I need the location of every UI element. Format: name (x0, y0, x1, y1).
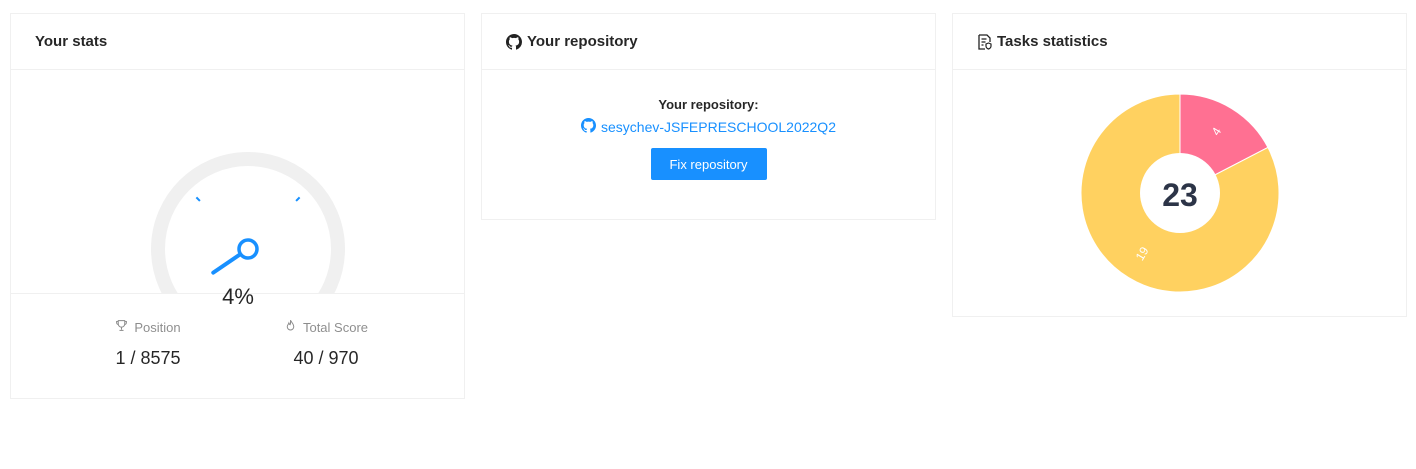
stats-card: Your stats 4% Position 1 / 8575 Total Sc… (10, 13, 465, 399)
github-icon (506, 33, 522, 50)
repository-caption: Your repository: (658, 97, 759, 112)
tasks-card-title: Tasks statistics (997, 33, 1108, 50)
total-score-stat: Total Score 40 / 970 (266, 319, 386, 369)
total-score-label: Total Score (302, 319, 369, 335)
position-stat: Position 1 / 8575 (93, 319, 203, 369)
repository-name: sesychev-JSFEPRESCHOOL2022Q2 (601, 119, 836, 135)
gauge-tick (295, 196, 301, 202)
progress-gauge: 4% (11, 70, 464, 309)
total-score-value: 40 / 970 (293, 348, 359, 368)
gauge-graphic (151, 152, 345, 293)
file-protect-icon (977, 33, 992, 50)
github-icon (581, 118, 596, 136)
donut-total-label: 23 (1162, 177, 1198, 213)
stats-card-title: Your stats (11, 14, 464, 70)
repository-card: Your repository Your repository: sesyche… (481, 13, 936, 220)
repository-card-header: Your repository (482, 14, 935, 70)
repository-card-title: Your repository (527, 33, 638, 50)
trophy-icon (115, 319, 128, 335)
fire-icon (284, 319, 297, 335)
tasks-statistics-card: Tasks statistics 4 19 23 (952, 13, 1407, 317)
position-value: 1 / 8575 (115, 348, 181, 368)
tasks-card-header: Tasks statistics (953, 14, 1406, 70)
gauge-hub (237, 238, 259, 260)
tasks-donut-chart: 4 19 23 (953, 70, 1406, 316)
fix-repository-button[interactable]: Fix repository (650, 148, 767, 180)
gauge-tick (195, 196, 201, 202)
donut-graphic: 419 23 (1080, 93, 1280, 293)
repository-link[interactable]: sesychev-JSFEPRESCHOOL2022Q2 (581, 118, 836, 136)
position-label: Position (134, 319, 181, 335)
